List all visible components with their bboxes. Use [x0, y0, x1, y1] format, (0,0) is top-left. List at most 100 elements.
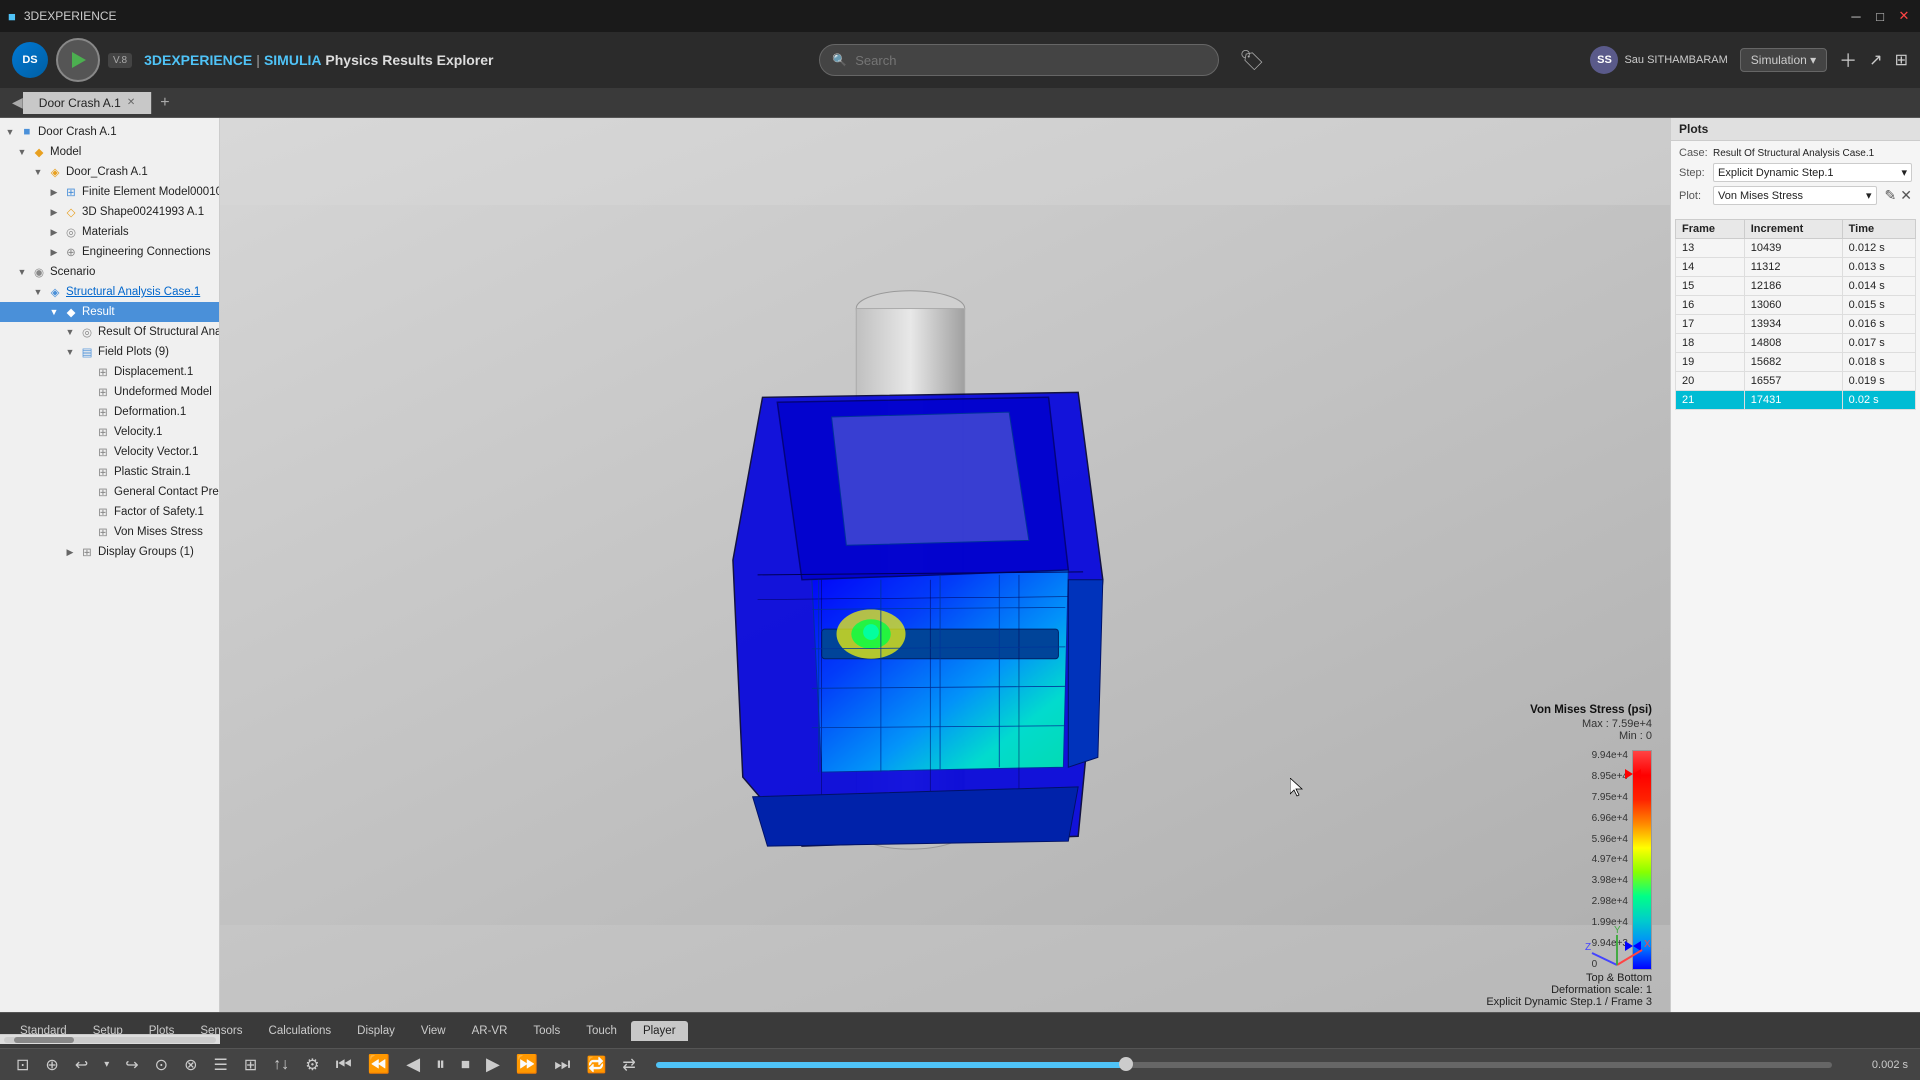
tab-door-crash[interactable]: Door Crash A.1 ✕: [23, 92, 152, 114]
pause-button[interactable]: ⏸: [432, 1052, 449, 1077]
play-button[interactable]: [56, 38, 100, 82]
tool-btn-5[interactable]: ⊗: [180, 1053, 201, 1077]
bottom-tab-view[interactable]: View: [409, 1021, 458, 1041]
tool-btn-1[interactable]: ⊡: [12, 1053, 33, 1077]
undo-button[interactable]: ↩: [71, 1053, 92, 1077]
tree-item-result[interactable]: ▼ ◆ Result: [0, 302, 219, 322]
tree-item-velocity[interactable]: ⊞ Velocity.1: [0, 422, 219, 442]
prev-frame-button[interactable]: ◀: [402, 1052, 424, 1077]
search-box[interactable]: 🔍: [819, 44, 1219, 76]
skip-first-button[interactable]: ⏮: [332, 1052, 356, 1077]
version-badge: V.8: [108, 53, 132, 68]
tree-item-engconn[interactable]: ▶ ⊕ Engineering Connections: [0, 242, 219, 262]
expand-groups[interactable]: ▶: [64, 547, 76, 558]
expand-icon[interactable]: ⊞: [1895, 50, 1908, 70]
minimize-button[interactable]: ─: [1848, 8, 1864, 24]
tree-item-velovec[interactable]: ⊞ Velocity Vector.1: [0, 442, 219, 462]
tree-item-3dshape[interactable]: ▶ ◇ 3D Shape00241993 A.1: [0, 202, 219, 222]
tree-item-safety[interactable]: ⊞ Factor of Safety.1: [0, 502, 219, 522]
stop-button[interactable]: ⏹: [457, 1052, 474, 1077]
bottom-tab-player[interactable]: Player: [631, 1021, 688, 1041]
table-row[interactable]: 18148080.017 s: [1676, 334, 1916, 353]
tree-item-displacement[interactable]: ⊞ Displacement.1: [0, 362, 219, 382]
bookmark-icon[interactable]: 🏷: [1239, 48, 1264, 73]
expand-resultof[interactable]: ▼: [64, 327, 76, 337]
tool-btn-7[interactable]: ⊞: [240, 1053, 261, 1077]
skip-last-button[interactable]: ⏭: [550, 1052, 574, 1077]
table-row[interactable]: 14113120.013 s: [1676, 258, 1916, 277]
frame-cell: 18: [1676, 334, 1745, 353]
tree-root-item[interactable]: ▼ ■ Door Crash A.1: [0, 122, 219, 142]
loop-button[interactable]: 🔁: [583, 1053, 611, 1077]
close-button[interactable]: ✕: [1896, 8, 1912, 24]
swing-button[interactable]: ⇄: [618, 1053, 639, 1077]
tree-item-door-crash[interactable]: ▼ ◈ Door_Crash A.1: [0, 162, 219, 182]
expand-materials[interactable]: ▶: [48, 227, 60, 238]
expand-scenario[interactable]: ▼: [16, 267, 28, 277]
plot-edit-icon[interactable]: ✎: [1885, 187, 1897, 204]
table-row[interactable]: 17139340.016 s: [1676, 315, 1916, 334]
tab-add-button[interactable]: +: [152, 90, 177, 116]
next-frame-button[interactable]: ▶: [482, 1052, 504, 1077]
expand-icon[interactable]: ▼: [4, 127, 16, 137]
add-icon[interactable]: ＋: [1839, 47, 1857, 73]
tree-item-deformation[interactable]: ⊞ Deformation.1: [0, 402, 219, 422]
progress-thumb[interactable]: [1119, 1057, 1133, 1071]
expand-fieldplots[interactable]: ▼: [64, 347, 76, 357]
bottom-tab-calculations[interactable]: Calculations: [257, 1021, 344, 1041]
tree-item-contact[interactable]: ⊞ General Contact Pressur: [0, 482, 219, 502]
plot-dropdown[interactable]: Von Mises Stress ▾: [1713, 186, 1877, 205]
expand-struct[interactable]: ▼: [32, 287, 44, 297]
collapse-btn[interactable]: ◀: [12, 94, 23, 111]
shape-label: 3D Shape00241993 A.1: [82, 206, 204, 218]
structural-case-link[interactable]: Structural Analysis Case.1: [66, 286, 200, 298]
tree-item-structural-case[interactable]: ▼ ◈ Structural Analysis Case.1: [0, 282, 219, 302]
tool-btn-2[interactable]: ⊕: [41, 1053, 62, 1077]
tool-btn-3[interactable]: ↪: [121, 1053, 142, 1077]
table-row[interactable]: 20165570.019 s: [1676, 372, 1916, 391]
expand-door[interactable]: ▼: [32, 167, 44, 177]
bottom-tab-touch[interactable]: Touch: [574, 1021, 629, 1041]
bottom-tab-ar-vr[interactable]: AR-VR: [460, 1021, 520, 1041]
table-row[interactable]: 21174310.02 s: [1676, 391, 1916, 410]
resultof-icon: ◎: [79, 324, 95, 340]
undo-down-arrow[interactable]: ▾: [100, 1057, 113, 1072]
expand-model[interactable]: ▼: [16, 147, 28, 157]
viewport[interactable]: [220, 118, 1670, 1012]
tool-btn-6[interactable]: ☰: [209, 1053, 231, 1077]
table-row[interactable]: 19156820.018 s: [1676, 353, 1916, 372]
tool-btn-8[interactable]: ↑↓: [269, 1054, 293, 1076]
tree-item-result-of[interactable]: ▼ ◎ Result Of Structural Analysis C.: [0, 322, 219, 342]
plot-close-icon[interactable]: ✕: [1900, 187, 1912, 204]
tab-close-icon[interactable]: ✕: [127, 97, 135, 108]
tool-btn-9[interactable]: ⚙: [301, 1053, 323, 1077]
tree-item-plasticstrain[interactable]: ⊞ Plastic Strain.1: [0, 462, 219, 482]
tree-item-scenario[interactable]: ▼ ◉ Scenario: [0, 262, 219, 282]
tree-item-displaygroups[interactable]: ▶ ⊞ Display Groups (1): [0, 542, 219, 562]
search-input[interactable]: [855, 53, 1206, 68]
tree-item-materials[interactable]: ▶ ◎ Materials: [0, 222, 219, 242]
share-icon[interactable]: ↗: [1869, 50, 1882, 70]
table-row[interactable]: 15121860.014 s: [1676, 277, 1916, 296]
maximize-button[interactable]: □: [1872, 8, 1888, 24]
expand-engconn[interactable]: ▶: [48, 247, 60, 258]
simulation-dropdown[interactable]: Simulation ▾: [1740, 48, 1827, 72]
expand-fem[interactable]: ▶: [48, 187, 60, 198]
table-row[interactable]: 16130600.015 s: [1676, 296, 1916, 315]
tree-item-model[interactable]: ▼ ◆ Model: [0, 142, 219, 162]
step-dropdown[interactable]: Explicit Dynamic Step.1 ▾: [1713, 163, 1912, 182]
expand-result[interactable]: ▼: [48, 307, 60, 317]
tree-item-fem[interactable]: ▶ ⊞ Finite Element Model00010: [0, 182, 219, 202]
table-row[interactable]: 13104390.012 s: [1676, 239, 1916, 258]
fieldplots-icon: ▤: [79, 344, 95, 360]
tree-item-undeformed[interactable]: ⊞ Undeformed Model: [0, 382, 219, 402]
progress-bar[interactable]: [656, 1062, 1832, 1068]
tree-item-vonmises[interactable]: ⊞ Von Mises Stress: [0, 522, 219, 542]
bottom-tab-display[interactable]: Display: [345, 1021, 407, 1041]
step-forward-button[interactable]: ⏩: [512, 1052, 542, 1077]
tool-btn-4[interactable]: ⊙: [151, 1053, 172, 1077]
tree-item-fieldplots[interactable]: ▼ ▤ Field Plots (9): [0, 342, 219, 362]
expand-3dshape[interactable]: ▶: [48, 207, 60, 218]
step-back-button[interactable]: ⏪: [364, 1052, 394, 1077]
bottom-tab-tools[interactable]: Tools: [521, 1021, 572, 1041]
